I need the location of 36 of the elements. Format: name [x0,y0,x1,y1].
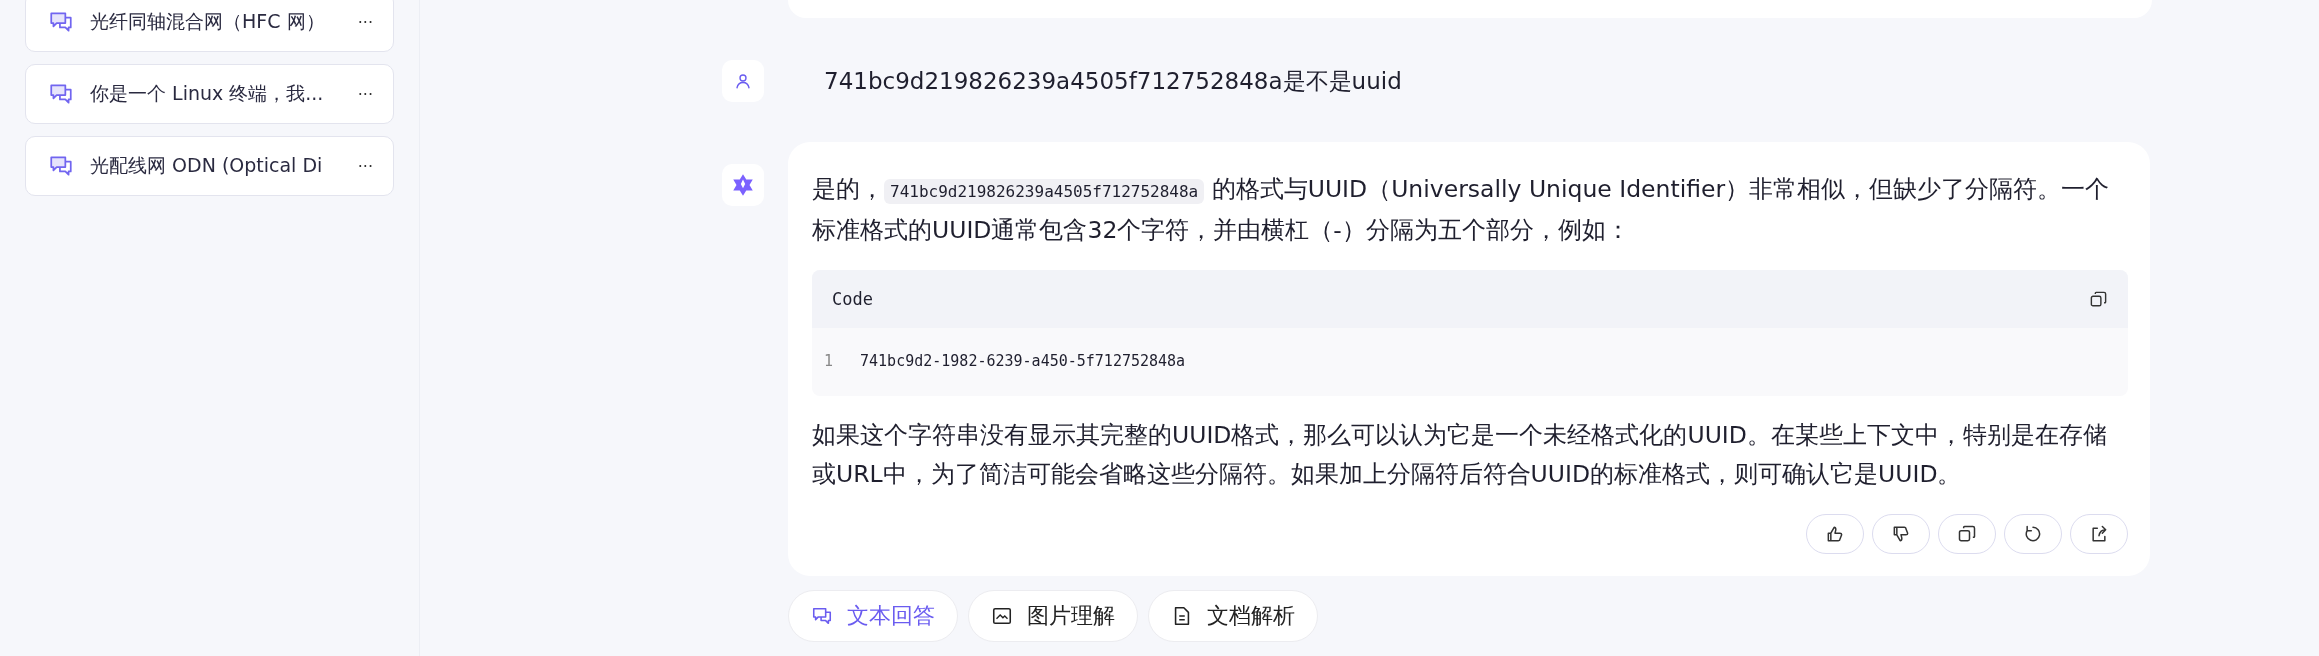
mode-tab[interactable]: 图片理解 [968,590,1138,642]
chat-bubbles-icon [48,153,74,179]
refresh-icon [2023,524,2043,544]
more-options[interactable]: ··· [357,156,373,176]
user-message: 741bc9d219826239a4505f712752848a是不是uuid [824,66,1402,96]
conversation-item[interactable]: 光配线网 ODN (Optical Di ··· [25,136,394,196]
regenerate-button[interactable] [2004,514,2062,554]
share-button[interactable] [2070,514,2128,554]
conversation-title: 光配线网 ODN (Optical Di [90,153,324,178]
code-line: 741bc9d2-1982-6239-a450-5f712752848a [860,352,1186,370]
more-options[interactable]: ··· [357,84,373,104]
chat-bubbles-icon [811,605,833,627]
answer-paragraph: 如果这个字符串没有显示其完整的UUID格式，那么可以认为它是一个未经格式化的UUID。在某些上下文中，特别是在存储或URL中，为了简洁可能会省略这些分隔符。如果加上分隔符后符合UUID的标准格式，则可确认它是UUID。 [812,420,2108,490]
line-number: 1 [824,352,834,370]
more-options[interactable]: ··· [357,12,373,32]
conversation-title: 光纤同轴混合网（HFC 网） [90,9,326,34]
code-label: Code [832,289,873,309]
user-icon [734,72,752,90]
answer-paragraph: 是的， 741bc9d219826239a4505f712752848a 的格式与UUID（Universally Unique Identifier）非常相似，但缺少了分隔符。一个标准格式的UUID通常包含32个字符，并由横杠（-）分隔为五个部分，例如： [812,174,2111,246]
conversation-item[interactable]: 光纤同轴混合网（HFC 网） ··· [25,0,394,52]
chat-bubbles-icon [48,81,74,107]
copy-icon[interactable] [2089,289,2108,309]
image-icon [991,605,1013,627]
dislike-button[interactable] [1872,514,1930,554]
thumbs-up-icon [1825,524,1845,544]
thumbs-down-icon [1891,524,1911,544]
like-button[interactable] [1806,514,1864,554]
share-icon [2089,524,2109,544]
copy-button[interactable] [1938,514,1996,554]
chat-bubbles-icon [48,9,74,35]
conversation-item[interactable]: 你是一个 Linux 终端，我... ··· [25,64,394,124]
mode-tab[interactable]: 文本回答 [788,590,958,642]
conversation-title: 你是一个 Linux 终端，我... [90,81,325,106]
mode-tab[interactable]: 文档解析 [1148,590,1318,642]
inline-code: 741bc9d219826239a4505f712752848a [884,179,1205,204]
copy-icon [1957,524,1977,544]
